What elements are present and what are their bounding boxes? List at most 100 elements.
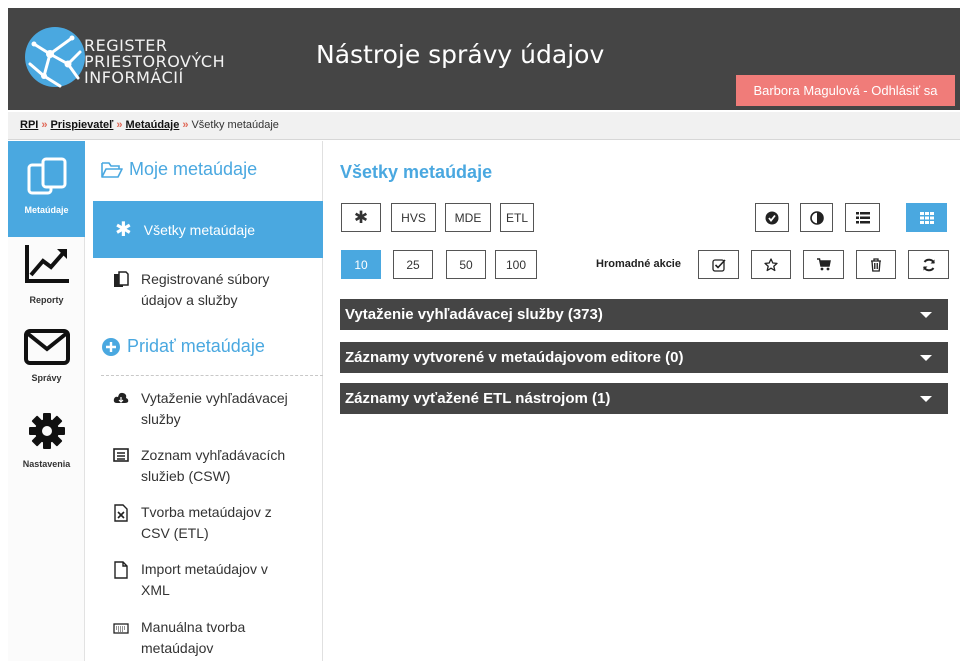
filter-etl-button[interactable]: ETL	[500, 203, 534, 232]
gear-icon	[28, 413, 65, 449]
refresh-icon	[922, 258, 935, 271]
view-list-button[interactable]	[845, 203, 880, 232]
rail-item-spravy[interactable]: Správy	[8, 327, 85, 401]
side-menu: Moje metaúdaje ✱ Všetky metaúdaje Regist…	[93, 141, 323, 661]
page-size-label: 10	[354, 257, 368, 272]
cart-icon	[816, 258, 831, 271]
breadcrumb-separator: »	[41, 119, 48, 131]
grid-view-icon	[919, 211, 934, 224]
rail-label: Metaúdaje	[24, 205, 69, 215]
trash-icon	[871, 257, 881, 272]
menu-item-label: údajov a služby	[141, 292, 238, 308]
accordion-title: Vytaženie vyhľadávacej služby (373)	[345, 306, 603, 323]
view-contrast-button[interactable]	[800, 203, 833, 232]
menu-item-label: XML	[141, 582, 170, 598]
accordion-editor-records[interactable]: Záznamy vytvorené v metaúdajovom editore…	[340, 342, 948, 373]
breadcrumb-separator: »	[116, 119, 123, 131]
filter-label: MDE	[454, 210, 482, 225]
caret-down-icon	[920, 355, 932, 361]
envelope-icon	[23, 329, 70, 365]
logo-line: INFORMÁCIÍ	[84, 68, 184, 87]
icon-rail: Metaúdaje Reporty Správy Nastavenia	[8, 141, 85, 661]
cloud-icon	[113, 388, 129, 430]
menu-divider	[101, 375, 323, 376]
menu-heading-label: Pridať metaúdaje	[127, 336, 265, 356]
breadcrumb-link-rpi[interactable]: RPI	[20, 119, 38, 131]
menu-item-label: metaúdajov	[141, 640, 214, 656]
bulk-cart-button[interactable]	[803, 250, 844, 279]
page-size-100-button[interactable]: 100	[495, 250, 537, 279]
list-icon	[113, 445, 129, 487]
menu-item-label: Všetky metaúdaje	[143, 221, 256, 238]
app-header: REGISTER PRIESTOROVÝCH INFORMÁCIÍ Nástro…	[8, 8, 960, 110]
breadcrumb-link-prispievatel[interactable]: Prispievateľ	[50, 119, 113, 131]
rpi-logo[interactable]: REGISTER PRIESTOROVÝCH INFORMÁCIÍ	[22, 22, 232, 92]
page-size-label: 25	[406, 257, 420, 272]
filter-label: ✱	[353, 207, 369, 227]
menu-heading-my-metadata[interactable]: Moje metaúdaje	[101, 159, 257, 180]
excel-file-icon	[113, 502, 129, 544]
half-circle-icon	[809, 210, 824, 225]
logo-text: REGISTER PRIESTOROVÝCH INFORMÁCIÍ	[84, 38, 225, 86]
menu-item-label: Tvorba metaúdajov z	[141, 504, 272, 520]
list-view-icon	[855, 211, 870, 223]
page-size-50-button[interactable]: 50	[446, 250, 486, 279]
view-grid-button[interactable]	[906, 203, 947, 232]
refresh-button[interactable]	[908, 250, 949, 279]
filter-all-button[interactable]: ✱	[341, 203, 381, 232]
page-size-10-button[interactable]: 10	[341, 250, 381, 279]
rail-item-metaudaje[interactable]: Metaúdaje	[8, 141, 85, 237]
menu-item-label: služby	[141, 411, 181, 427]
logo-network-icon	[25, 27, 85, 88]
view-check-button[interactable]	[755, 203, 789, 232]
menu-heading-label: Moje metaúdaje	[129, 159, 258, 179]
keyboard-icon	[113, 617, 129, 659]
accordion-title: Záznamy vytvorené v metaúdajovom editore…	[345, 349, 684, 366]
breadcrumb-current: Všetky metaúdaje	[191, 119, 279, 131]
caret-down-icon	[920, 396, 932, 402]
folder-open-icon	[101, 161, 123, 178]
bulk-actions-label: Hromadné akcie	[596, 258, 681, 270]
app-title: Nástroje správy údajov	[316, 40, 605, 69]
menu-item-all-metadata[interactable]: ✱ Všetky metaúdaje	[93, 201, 323, 258]
accordion-title: Záznamy vyťažené ETL nástrojom (1)	[345, 390, 611, 407]
menu-item-csw-list[interactable]: Zoznam vyhľadávacích služieb (CSW)	[113, 445, 313, 487]
page-size-label: 50	[459, 257, 473, 272]
checkbox-icon	[711, 258, 726, 272]
menu-item-label: Zoznam vyhľadávacích	[141, 447, 286, 463]
file-icon	[113, 559, 129, 601]
accordion-harvest-service[interactable]: Vytaženie vyhľadávacej služby (373)	[340, 299, 948, 330]
rail-item-nastavenia[interactable]: Nastavenia	[8, 411, 85, 481]
rail-label: Reporty	[29, 295, 64, 305]
bulk-favorite-button[interactable]	[751, 250, 791, 279]
menu-item-xml-import[interactable]: Import metaúdajov v XML	[113, 559, 313, 601]
filter-label: HVS	[401, 210, 426, 225]
menu-item-harvest-service[interactable]: Vytaženie vyhľadávacej služby	[113, 388, 313, 430]
caret-down-icon	[920, 312, 932, 318]
breadcrumb: RPI» Prispievateľ» Metaúdaje» Všetky metaúd…	[8, 112, 960, 140]
menu-item-label: služieb (CSW)	[141, 468, 231, 484]
menu-item-csv-etl[interactable]: Tvorba metaúdajov z CSV (ETL)	[113, 502, 313, 544]
bulk-select-button[interactable]	[698, 250, 739, 279]
filter-hvs-button[interactable]: HVS	[391, 203, 436, 232]
filter-mde-button[interactable]: MDE	[445, 203, 491, 232]
rail-label: Správy	[31, 373, 62, 383]
menu-item-label: Registrované súbory	[141, 271, 270, 287]
logout-button[interactable]: Barbora Magulová - Odhlásiť sa	[736, 75, 955, 106]
bulk-delete-button[interactable]	[856, 250, 896, 279]
rail-item-reporty[interactable]: Reporty	[8, 243, 85, 317]
page-size-label: 100	[505, 257, 527, 272]
menu-item-registered[interactable]: Registrované súbory údajov a služby	[113, 269, 313, 311]
check-circle-icon	[765, 211, 779, 224]
rail-label: Nastavenia	[22, 459, 71, 469]
star-icon	[764, 257, 778, 271]
accordion-etl-records[interactable]: Záznamy vyťažené ETL nástrojom (1)	[340, 383, 948, 414]
menu-item-manual-creation[interactable]: Manuálna tvorba metaúdajov	[113, 617, 313, 659]
breadcrumb-link-metaudaje[interactable]: Metaúdaje	[126, 119, 180, 131]
page-title: Všetky metaúdaje	[340, 162, 493, 182]
plus-circle-icon	[102, 337, 120, 356]
menu-item-label: Import metaúdajov v	[141, 561, 268, 577]
menu-heading-add-metadata[interactable]: Pridať metaúdaje	[101, 336, 265, 357]
chart-icon	[24, 245, 69, 283]
page-size-25-button[interactable]: 25	[393, 250, 433, 279]
